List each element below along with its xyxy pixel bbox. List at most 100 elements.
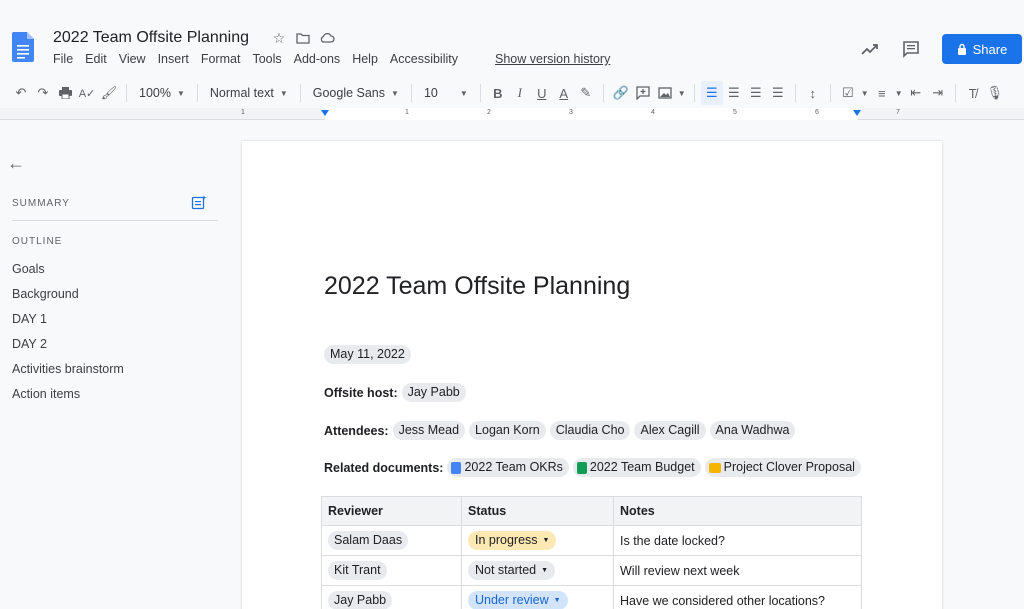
- toolbar-divider: [794, 84, 796, 102]
- back-arrow-icon[interactable]: ←: [7, 153, 25, 174]
- status-dropdown[interactable]: In progress ▼: [468, 531, 557, 550]
- outline-item-goals[interactable]: Goals: [12, 261, 124, 286]
- notes-cell[interactable]: Is the date locked?: [613, 525, 862, 556]
- person-chip[interactable]: Jay Pabb: [401, 383, 466, 402]
- star-icon[interactable]: ☆: [271, 30, 287, 46]
- align-center-icon[interactable]: ☰: [723, 81, 745, 105]
- trending-icon[interactable]: [858, 37, 882, 61]
- align-justify-icon[interactable]: ☰: [767, 81, 789, 105]
- increase-indent-icon[interactable]: ⇥: [927, 81, 949, 105]
- caret-down-icon[interactable]: ▼: [676, 81, 688, 105]
- italic-icon[interactable]: I: [509, 81, 531, 105]
- highlight-icon[interactable]: ✎: [575, 81, 597, 105]
- folder-icon[interactable]: [295, 30, 311, 46]
- doc-chip-proposal[interactable]: Project Clover Proposal: [704, 458, 861, 477]
- toolbar-divider: [693, 84, 695, 102]
- bold-icon[interactable]: B: [487, 81, 509, 105]
- status-dropdown[interactable]: Under review ▼: [468, 591, 568, 609]
- right-indent-marker[interactable]: [853, 110, 861, 116]
- outline-item-action-items[interactable]: Action items: [12, 386, 124, 411]
- reviewer-cell: Salam Daas: [321, 525, 462, 556]
- review-table: Reviewer Status Notes Salam Daas In prog…: [321, 496, 862, 609]
- person-chip[interactable]: Ana Wadhwa: [709, 421, 796, 440]
- cloud-icon[interactable]: [319, 30, 335, 46]
- bulleted-list-icon[interactable]: ≡: [871, 81, 893, 105]
- menu-insert[interactable]: Insert: [158, 52, 189, 66]
- caret-down-icon: ▼: [541, 567, 549, 574]
- notes-cell[interactable]: Will review next week: [613, 555, 862, 586]
- date-chip[interactable]: May 11, 2022: [324, 345, 411, 364]
- insert-image-icon[interactable]: [654, 81, 676, 105]
- toolbar-divider: [196, 84, 198, 102]
- document-page[interactable]: 2022 Team Offsite Planning May 11, 2022 …: [242, 141, 942, 609]
- outline-item-day2[interactable]: DAY 2: [12, 336, 124, 361]
- table-header-row: Reviewer Status Notes: [321, 496, 862, 526]
- outline-item-activities[interactable]: Activities brainstorm: [12, 361, 124, 386]
- comment-icon[interactable]: [899, 37, 923, 61]
- undo-icon[interactable]: ↶: [10, 81, 32, 105]
- notes-cell[interactable]: Have we considered other locations?: [613, 585, 862, 609]
- share-button[interactable]: Share: [942, 34, 1022, 64]
- related-docs-label: Related documents:: [324, 460, 444, 475]
- menu-format[interactable]: Format: [201, 52, 241, 66]
- menu-addons[interactable]: Add-ons: [294, 52, 341, 66]
- doc-chip-label: 2022 Team Budget: [589, 460, 695, 474]
- decrease-indent-icon[interactable]: ⇤: [905, 81, 927, 105]
- font-dropdown[interactable]: Google Sans ▼: [307, 81, 405, 105]
- ruler-number: 5: [733, 109, 737, 116]
- status-cell: Not started ▼: [461, 555, 614, 586]
- menu-edit[interactable]: Edit: [85, 52, 107, 66]
- doc-chip-budget[interactable]: 2022 Team Budget: [572, 458, 701, 477]
- menu-file[interactable]: File: [53, 52, 73, 66]
- person-chip[interactable]: Jess Mead: [392, 421, 466, 440]
- checklist-icon[interactable]: ☑: [837, 81, 859, 105]
- ruler-number: 2: [487, 109, 491, 116]
- caret-down-icon[interactable]: ▼: [893, 81, 905, 105]
- zoom-dropdown[interactable]: 100% ▼: [133, 81, 191, 105]
- link-icon[interactable]: 🔗: [610, 81, 632, 105]
- add-comment-icon[interactable]: [632, 81, 654, 105]
- outline-item-background[interactable]: Background: [12, 286, 124, 311]
- style-dropdown[interactable]: Normal text ▼: [204, 81, 294, 105]
- ruler-number: 1: [241, 109, 245, 116]
- sheets-icon: [576, 461, 587, 474]
- menu-help[interactable]: Help: [352, 52, 378, 66]
- underline-icon[interactable]: U: [531, 81, 553, 105]
- left-indent-marker[interactable]: [321, 110, 329, 116]
- zoom-value: 100%: [139, 86, 171, 100]
- clear-formatting-icon[interactable]: T̸: [962, 81, 984, 105]
- menu-view[interactable]: View: [119, 52, 146, 66]
- ruler[interactable]: 1 1 2 3 4 5 6 7: [0, 108, 1024, 120]
- person-chip[interactable]: Claudia Cho: [549, 421, 631, 440]
- person-chip[interactable]: Alex Cagill: [634, 421, 706, 440]
- add-summary-icon[interactable]: [191, 195, 207, 211]
- print-icon[interactable]: [54, 81, 76, 105]
- paint-format-icon[interactable]: 🖌: [98, 81, 120, 105]
- align-left-icon[interactable]: ☰: [700, 81, 723, 105]
- person-chip[interactable]: Salam Daas: [328, 531, 409, 550]
- person-chip[interactable]: Jay Pabb: [328, 591, 393, 609]
- align-right-icon[interactable]: ☰: [745, 81, 767, 105]
- microphone-icon[interactable]: 🎙: [984, 81, 1006, 105]
- col-header-reviewer: Reviewer: [321, 496, 462, 526]
- line-spacing-icon[interactable]: ↕: [802, 81, 824, 105]
- menu-tools[interactable]: Tools: [252, 52, 281, 66]
- reviewer-cell: Jay Pabb: [321, 585, 462, 609]
- version-history-link[interactable]: Show version history: [495, 52, 610, 66]
- person-chip[interactable]: Logan Korn: [469, 421, 546, 440]
- docs-logo-icon[interactable]: [12, 32, 34, 62]
- status-dropdown[interactable]: Not started ▼: [468, 561, 556, 580]
- doc-chip-okrs[interactable]: 2022 Team OKRs: [447, 458, 569, 477]
- person-chip[interactable]: Kit Trant: [328, 561, 387, 580]
- document-title[interactable]: 2022 Team Offsite Planning: [53, 29, 249, 47]
- text-color-icon[interactable]: A: [553, 81, 575, 105]
- font-value: Google Sans: [312, 86, 386, 100]
- outline-item-day1[interactable]: DAY 1: [12, 311, 124, 336]
- font-size-dropdown[interactable]: 10 ▼: [418, 81, 474, 105]
- caret-down-icon[interactable]: ▼: [859, 81, 871, 105]
- redo-icon[interactable]: ↷: [32, 81, 54, 105]
- summary-label: SUMMARY: [12, 198, 70, 209]
- spellcheck-icon[interactable]: A✓: [76, 81, 98, 105]
- ruler-number: 1: [405, 109, 409, 116]
- menu-accessibility[interactable]: Accessibility: [390, 52, 458, 66]
